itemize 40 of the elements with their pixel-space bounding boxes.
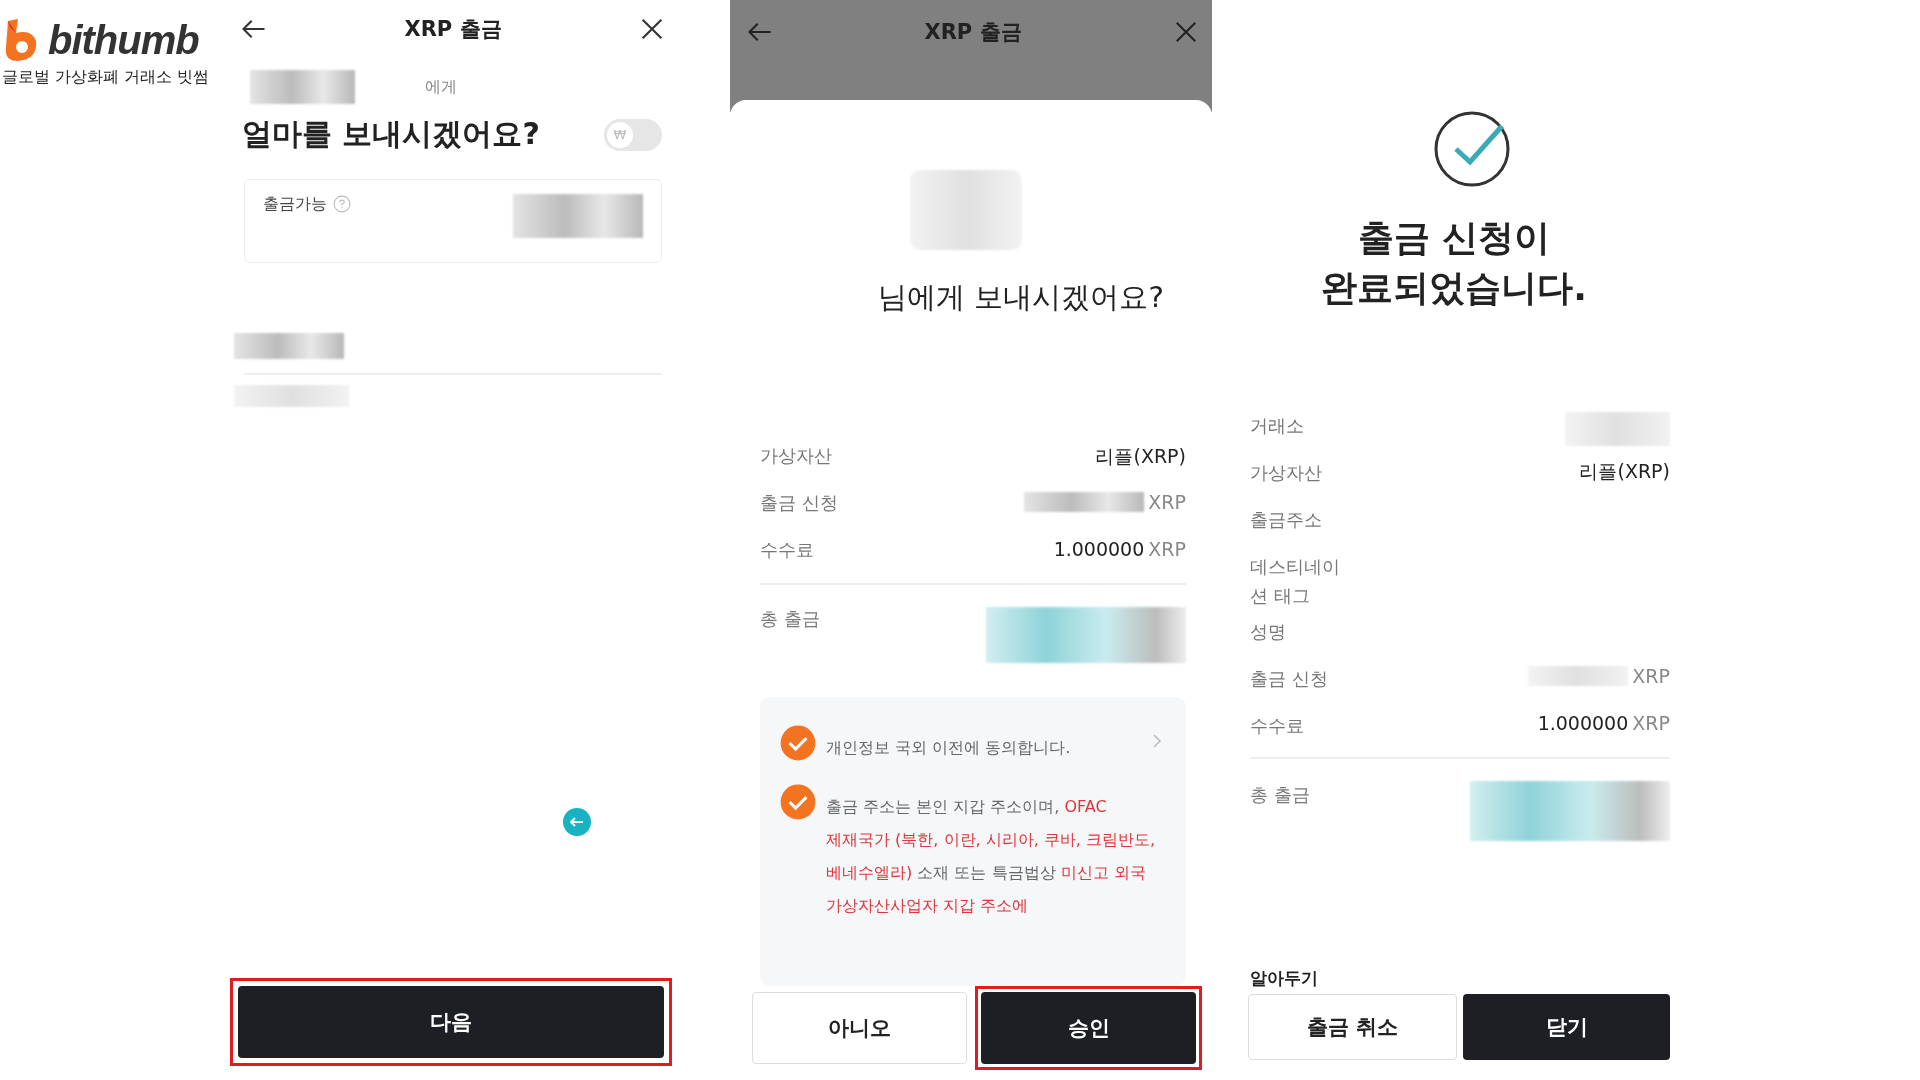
detail-label: 거래소 [1250, 413, 1305, 438]
recipient-suffix: 에게 [425, 76, 457, 98]
detail-label: 출금 신청 [1250, 667, 1329, 692]
consent-text: 개인정보 국외 이전에 동의합니다. [826, 737, 1072, 759]
available-label: 출금가능 [263, 193, 327, 215]
unit-label: XRP [1148, 538, 1186, 560]
screen-title: XRP 출금 [404, 16, 502, 43]
action-button[interactable]: 출금 취소 [1248, 994, 1457, 1060]
amount-heading: 얼마를 보내시겠어요? [242, 115, 540, 153]
detail-label: 총 출금 [760, 607, 820, 631]
detail-label: 가상자산 [760, 444, 832, 468]
screen-title: XRP 출금 [924, 19, 1022, 46]
detail-label: 수수료 [760, 538, 814, 562]
detail-label: 출금 신청 [760, 491, 838, 515]
touch-pointer-icon [562, 807, 592, 837]
completion-title: 출금 신청이 완료되었습니다. [1320, 216, 1588, 311]
action-button[interactable]: 승인 [981, 992, 1196, 1064]
confirm-question: 님에게 보내시겠어요? [878, 279, 1164, 316]
detail-value: 1.000000 [1053, 538, 1145, 560]
detail-value: 1.000000 [1537, 712, 1629, 735]
detail-label: 총 출금 [1250, 783, 1311, 808]
checkbox[interactable] [780, 784, 816, 820]
detail-label: 수수료 [1250, 714, 1305, 739]
unit-label: XRP [1632, 665, 1670, 688]
action-button[interactable]: 닫기 [1463, 994, 1670, 1060]
action-button[interactable]: 아니오 [752, 992, 967, 1064]
detail-label: 성명 [1250, 620, 1287, 645]
detail-label: 데스티네이션 태그 [1250, 554, 1340, 608]
consent-text: 출금 주소는 본인 지갑 주소이며, OFAC 제재국가 (북한, 이란, 시리아, 쿠바, 크림반도, 베네수엘라) 소재 또는 특금법상 미신고 외국 가상자산사업자 지갑 주소에 [826, 796, 1157, 917]
logo-tagline: 글로벌 가상화폐 거래소 빗썸 [2, 67, 211, 88]
detail-label: 출금주소 [1250, 507, 1323, 532]
detail-label: 가상자산 [1250, 460, 1323, 485]
detail-value: 리플(XRP) [1095, 444, 1186, 469]
notice-heading: 알아두기 [1249, 967, 1319, 990]
detail-value: 리플(XRP) [1579, 458, 1670, 484]
checkbox[interactable] [780, 725, 816, 761]
unit-label: XRP [1148, 491, 1186, 513]
logo-wordmark: bithumb [48, 18, 199, 63]
unit-label: XRP [1632, 712, 1670, 735]
next-button[interactable]: 다음 [238, 986, 664, 1058]
